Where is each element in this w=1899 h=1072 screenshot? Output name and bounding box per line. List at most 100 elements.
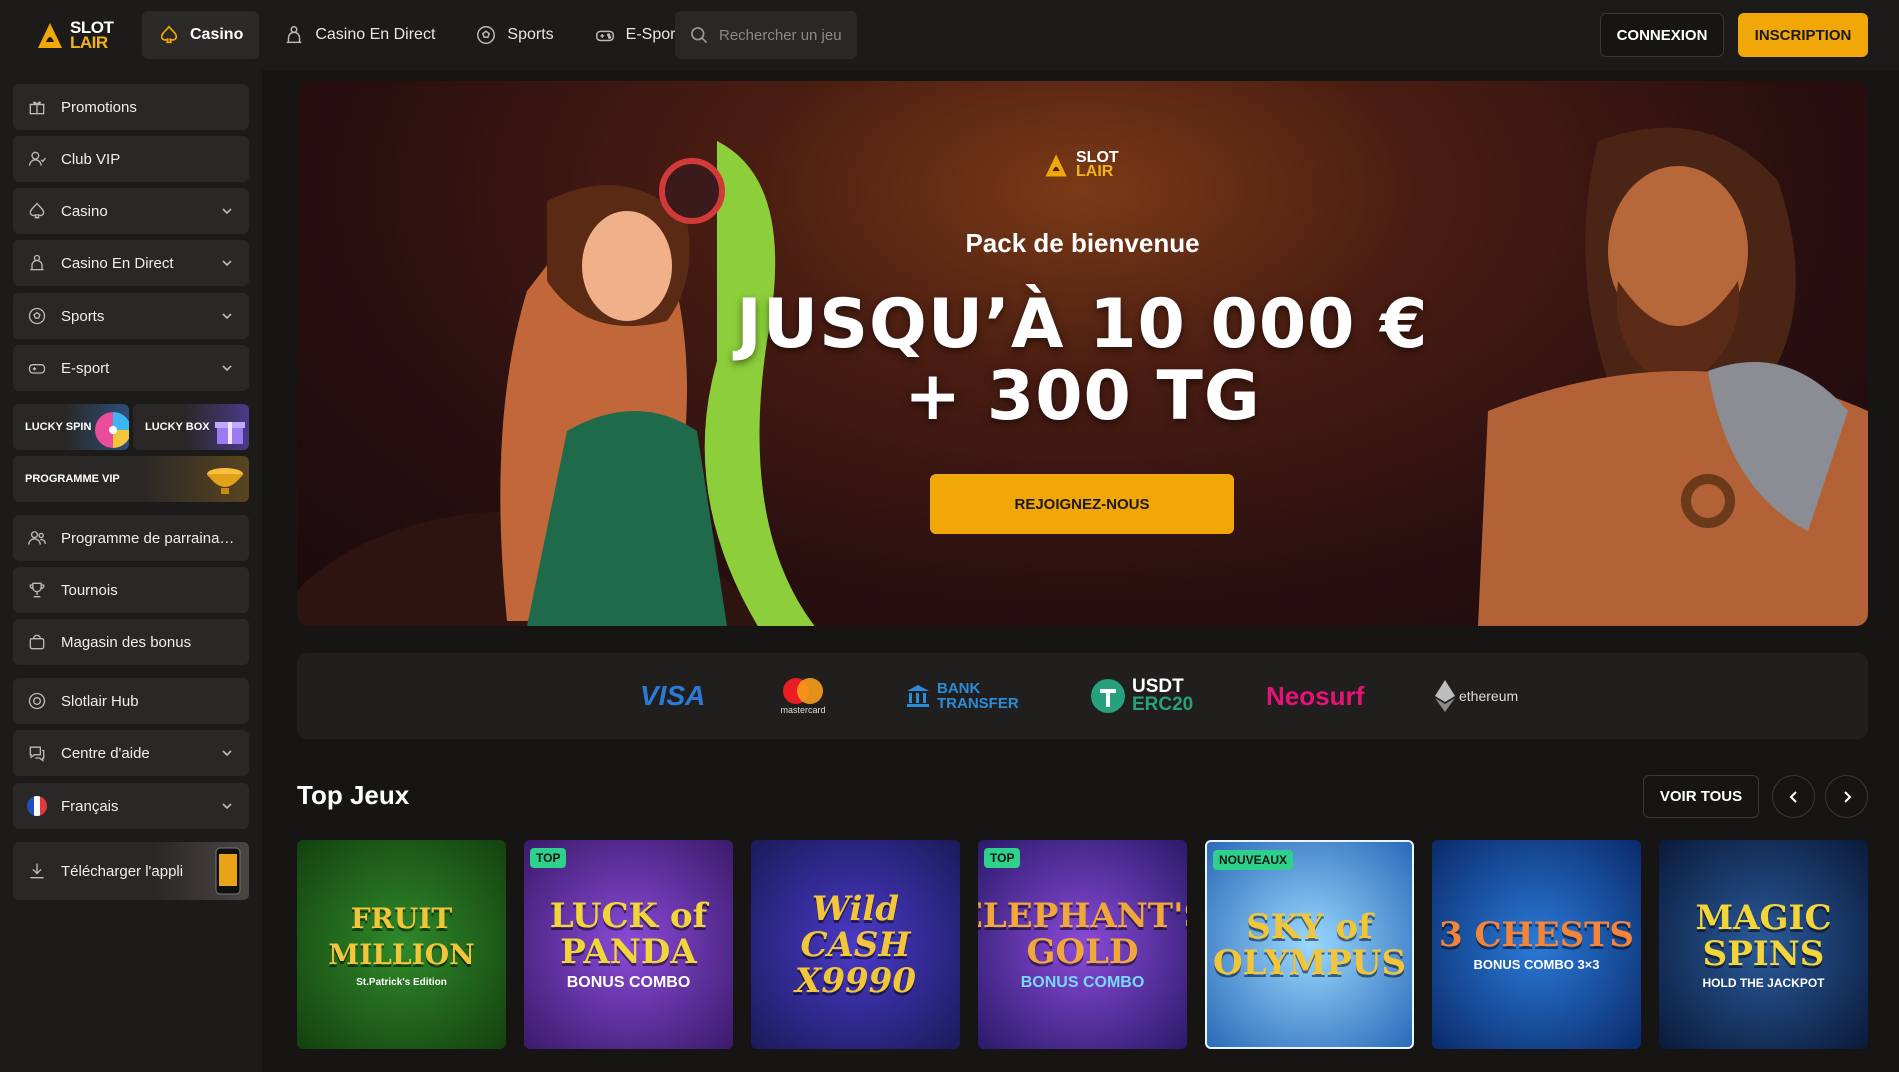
hero-title-line2: + 300 TG xyxy=(904,357,1261,436)
game-badge: TOP xyxy=(984,848,1021,868)
signup-button[interactable]: INSCRIPTION xyxy=(1738,13,1868,57)
bank-transfer-logo: BANK TRANSFER xyxy=(905,653,1019,739)
game-title: ELEPHANT'S GOLD xyxy=(978,895,1187,972)
shopping-bag-icon xyxy=(29,634,45,650)
game-badge: TOP xyxy=(530,848,567,868)
top-header: SLOT LAIR Casino Casino En Direct Sports… xyxy=(0,0,1899,70)
logo-mark-icon xyxy=(1045,154,1067,177)
nav-sports[interactable]: Sports xyxy=(459,11,569,59)
nav-sports-label: Sports xyxy=(507,26,554,43)
join-cta-button[interactable]: REJOIGNEZ-NOUS xyxy=(930,474,1234,534)
sidebar-item-sports[interactable]: Sports xyxy=(13,293,249,339)
game-card-wild-cash[interactable]: Wild CASH X9990 xyxy=(751,840,960,1049)
game-subtitle: St.Patrick's Edition xyxy=(356,977,447,988)
gamepad-icon xyxy=(595,30,614,42)
top-games-title: Top Jeux xyxy=(297,780,410,810)
game-card-luck-of-panda[interactable]: TOP LUCK of PANDA BONUS COMBO xyxy=(524,840,733,1049)
game-title: FRUIT MILLION xyxy=(328,902,475,971)
hero-logo-text-lair: LAIR xyxy=(1076,163,1114,180)
soccer-ball-icon xyxy=(28,307,46,325)
phone-icon xyxy=(215,847,241,895)
sidebar-item-slotlair-hub[interactable]: Slotlair Hub xyxy=(13,678,249,724)
search-input[interactable] xyxy=(719,26,849,44)
users-icon xyxy=(28,531,47,545)
sidebar-item-language[interactable]: Français xyxy=(13,783,249,829)
spade-icon xyxy=(29,202,45,219)
hero-logo: SLOT LAIR xyxy=(1042,150,1119,180)
vip-user-icon xyxy=(28,151,46,166)
bank-text-2: TRANSFER xyxy=(937,695,1019,712)
lucky-spin-banner[interactable]: LUCKY SPIN xyxy=(13,404,129,450)
sidebar-item-club-vip[interactable]: Club VIP xyxy=(13,136,249,182)
vip-program-label: PROGRAMME VIP xyxy=(25,473,120,485)
tether-icon xyxy=(1091,679,1125,713)
game-title: SKY of OLYMPUS xyxy=(1212,906,1407,983)
game-subtitle: BONUS COMBO xyxy=(1020,973,1145,991)
search-box[interactable] xyxy=(675,11,857,59)
game-title: 3 CHESTS xyxy=(1438,915,1634,955)
lucky-box-banner[interactable]: LUCKY BOX xyxy=(133,404,249,450)
game-badge: NOUVEAUX xyxy=(1213,850,1294,870)
sidebar-label-help-center: Centre d'aide xyxy=(61,744,150,762)
game-subtitle: BONUS COMBO xyxy=(566,973,691,991)
sidebar-label-slotlair-hub: Slotlair Hub xyxy=(61,692,139,710)
prev-arrow-button[interactable] xyxy=(1772,775,1815,818)
login-button[interactable]: CONNEXION xyxy=(1600,13,1724,57)
ethereum-logo: ethereum xyxy=(1435,653,1518,739)
bank-icon xyxy=(907,685,929,707)
sidebar-label-esport: E-sport xyxy=(61,359,110,377)
visa-text: VISA xyxy=(640,680,706,711)
chevron-down-icon[interactable] xyxy=(221,205,233,217)
ethereum-text: ethereum xyxy=(1459,688,1519,704)
spade-icon xyxy=(160,25,178,44)
hero-subtitle: Pack de bienvenue xyxy=(965,228,1200,258)
sidebar-label-live-casino: Casino En Direct xyxy=(61,254,174,272)
sidebar-item-promotions[interactable]: Promotions xyxy=(13,84,249,130)
game-card-sky-of-olympus[interactable]: NOUVEAUX SKY of OLYMPUS xyxy=(1205,840,1414,1049)
sidebar-item-live-casino[interactable]: Casino En Direct xyxy=(13,240,249,286)
dealer-icon xyxy=(30,254,44,271)
mastercard-logo: mastercard xyxy=(779,653,827,739)
chevron-down-icon[interactable] xyxy=(221,310,233,322)
chevron-down-icon[interactable] xyxy=(221,362,233,374)
game-card-elephants-gold[interactable]: TOP ELEPHANT'S GOLDBONUS COMBO xyxy=(978,840,1187,1049)
dealer-icon xyxy=(287,26,302,44)
vip-program-banner[interactable]: PROGRAMME VIP xyxy=(13,456,249,502)
sidebar-item-download-app[interactable]: Télécharger l'appli xyxy=(13,842,249,900)
chevron-down-icon[interactable] xyxy=(221,800,233,812)
game-card-magic-spins[interactable]: MAGIC SPINS HOLD THE JACKPOT xyxy=(1659,840,1868,1049)
sidebar-label-promotions: Promotions xyxy=(61,98,137,116)
game-card-fruit-million[interactable]: FRUIT MILLION St.Patrick's Edition xyxy=(297,840,506,1049)
sidebar-item-bonus-shop[interactable]: Magasin des bonus xyxy=(13,619,249,665)
nav-casino[interactable]: Casino xyxy=(142,11,260,59)
next-arrow-button[interactable] xyxy=(1825,775,1868,818)
sidebar-label-language: Français xyxy=(61,797,119,815)
chevron-down-icon[interactable] xyxy=(221,747,233,759)
wheel-icon xyxy=(95,412,129,448)
game-title: LUCK of PANDA xyxy=(549,895,708,972)
sidebar-item-casino[interactable]: Casino xyxy=(13,188,249,234)
slotlair-logo[interactable]: SLOT LAIR xyxy=(34,17,116,53)
bank-text-1: BANK xyxy=(937,680,981,697)
sidebar-item-esport[interactable]: E-sport xyxy=(13,345,249,391)
nav-casino-label: Casino xyxy=(190,26,244,43)
nav-live-casino[interactable]: Casino En Direct xyxy=(267,11,451,59)
chevron-right-icon xyxy=(1843,790,1851,803)
flag-fr-icon xyxy=(27,796,47,816)
ethereum-icon xyxy=(1435,680,1455,712)
sidebar-item-tournaments[interactable]: Tournois xyxy=(13,567,249,613)
sidebar-label-sports: Sports xyxy=(61,307,105,325)
hero-title-line1: JUSQU’À 10 000 € xyxy=(736,285,1429,364)
chat-help-icon xyxy=(29,746,45,762)
logo-text-lair: LAIR xyxy=(70,33,108,52)
soccer-ball-icon xyxy=(477,26,496,44)
game-title: MAGIC SPINS xyxy=(1695,897,1832,974)
hero-title: JUSQU’À 10 000 € + 300 TG xyxy=(297,289,1868,433)
chevron-down-icon[interactable] xyxy=(221,257,233,269)
gift-icon xyxy=(29,101,45,115)
sidebar-item-help-center[interactable]: Centre d'aide xyxy=(13,730,249,776)
see-all-button[interactable]: VOIR TOUS xyxy=(1643,775,1759,818)
nav-live-casino-label: Casino En Direct xyxy=(315,26,436,43)
sidebar-item-referral[interactable]: Programme de parraina… xyxy=(13,515,249,561)
game-card-3-chests[interactable]: 3 CHESTS BONUS COMBO 3×3 xyxy=(1432,840,1641,1049)
